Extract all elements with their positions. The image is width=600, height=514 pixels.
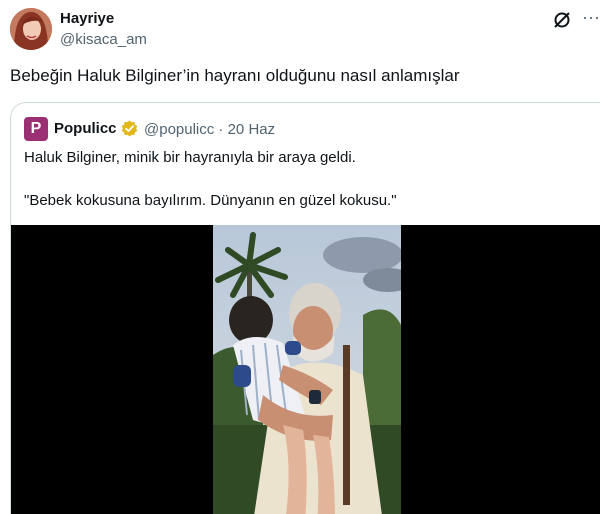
quoted-text-line: "Bebek kokusuna bayılırım. Dünyanın en g… bbox=[24, 192, 397, 209]
video-frame[interactable] bbox=[213, 225, 401, 514]
more-icon[interactable]: ··· bbox=[582, 8, 600, 30]
quoted-tweet-card[interactable]: P Populicc @populicc · 20 Haz Haluk Bilg… bbox=[10, 102, 600, 514]
quoted-text-line: Haluk Bilginer, minik bir hayranıyla bir… bbox=[24, 149, 356, 166]
author-avatar[interactable] bbox=[10, 8, 52, 50]
author-handle[interactable]: @kisaca_am bbox=[60, 31, 147, 48]
quoted-handle-date[interactable]: @populicc · 20 Haz bbox=[144, 121, 275, 138]
verified-gold-icon bbox=[121, 120, 138, 137]
tweet-text: Bebeğin Haluk Bilginer’in hayranı olduğu… bbox=[10, 66, 460, 85]
quoted-display-name[interactable]: Populicc bbox=[54, 120, 117, 137]
author-display-name[interactable]: Hayriye bbox=[60, 10, 114, 27]
grok-icon[interactable] bbox=[552, 10, 572, 30]
quoted-avatar[interactable]: P bbox=[24, 117, 48, 141]
video-player[interactable] bbox=[11, 225, 600, 514]
